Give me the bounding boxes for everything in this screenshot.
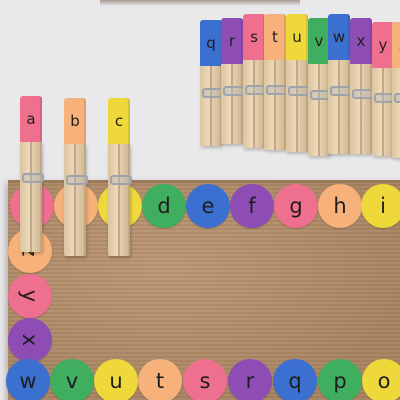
letter-sticker: u bbox=[94, 359, 138, 400]
clothespin-letter: t bbox=[272, 28, 278, 46]
background-object-shadow bbox=[100, 0, 300, 6]
clothespin-slit bbox=[382, 68, 384, 156]
clothespin-spring bbox=[223, 86, 245, 96]
letter-sticker: f bbox=[230, 184, 274, 228]
letter-sticker: e bbox=[186, 184, 230, 228]
clothespin-tip: r bbox=[221, 18, 243, 64]
letter-sticker: x bbox=[8, 318, 52, 362]
clothespin-slit bbox=[74, 144, 76, 256]
clothespin: y bbox=[372, 22, 396, 156]
letter-sticker: s bbox=[183, 359, 227, 400]
photo-scene: defghizyxwvutsrqpo abcqrstuvwxyz bbox=[0, 0, 400, 400]
clothespin-tip: v bbox=[308, 18, 330, 64]
clothespin: c bbox=[108, 98, 132, 256]
clothespin-letter: u bbox=[292, 28, 302, 46]
sticker-letter: s bbox=[199, 369, 211, 393]
clothespin-tip: q bbox=[200, 20, 222, 66]
clothespin-tip: w bbox=[328, 14, 350, 60]
sticker-letter: y bbox=[18, 289, 42, 303]
clothespin-slit bbox=[30, 142, 32, 252]
clothespin: z bbox=[392, 22, 400, 158]
clothespin: q bbox=[200, 20, 224, 146]
clothespin-spring bbox=[110, 175, 132, 185]
clothespin: s bbox=[243, 14, 267, 148]
clothespin-spring bbox=[66, 175, 88, 185]
clothespin-spring bbox=[288, 86, 310, 96]
clothespin-tip: u bbox=[286, 14, 308, 60]
clothespin-slit bbox=[118, 144, 120, 256]
clothespin-letter: a bbox=[26, 110, 36, 128]
letter-sticker: g bbox=[274, 184, 318, 228]
clothespin-slit bbox=[210, 66, 212, 146]
clothespin-tip: t bbox=[264, 14, 286, 60]
sticker-letter: t bbox=[155, 369, 165, 393]
clothespin: t bbox=[264, 14, 288, 150]
clothespin-slit bbox=[274, 60, 276, 150]
clothespin-slit bbox=[253, 60, 255, 148]
letter-sticker: h bbox=[318, 184, 362, 228]
clothespin: a bbox=[20, 96, 44, 252]
clothespin-spring bbox=[352, 89, 374, 99]
sticker-letter: x bbox=[18, 333, 42, 347]
clothespin-tip: x bbox=[350, 18, 372, 64]
sticker-letter: h bbox=[333, 194, 347, 218]
letter-sticker: q bbox=[273, 359, 317, 400]
clothespin-spring bbox=[394, 93, 400, 103]
clothespin-spring bbox=[266, 85, 288, 95]
clothespin: b bbox=[64, 98, 88, 256]
clothespin-tip: b bbox=[64, 98, 86, 144]
sticker-letter: f bbox=[248, 194, 256, 218]
letter-sticker: t bbox=[138, 359, 182, 400]
clothespin-wood bbox=[392, 68, 400, 158]
clothespin-letter: s bbox=[250, 28, 258, 46]
sticker-letter: o bbox=[377, 369, 391, 393]
sticker-letter: v bbox=[65, 369, 79, 393]
clothespin-tip: s bbox=[243, 14, 265, 60]
letter-sticker: p bbox=[318, 359, 362, 400]
letter-sticker: o bbox=[362, 359, 400, 400]
clothespin-spring bbox=[330, 86, 352, 96]
letter-sticker: d bbox=[142, 184, 186, 228]
sticker-letter: u bbox=[109, 369, 123, 393]
clothespin: r bbox=[221, 18, 245, 144]
clothespin-letter: q bbox=[206, 34, 216, 52]
clothespin-letter: c bbox=[114, 112, 124, 130]
clothespin-letter: v bbox=[314, 32, 324, 50]
clothespin-letter: y bbox=[378, 36, 388, 54]
letter-sticker: w bbox=[6, 359, 50, 400]
clothespin-spring bbox=[22, 173, 44, 183]
clothespin-letter: r bbox=[228, 32, 236, 50]
clothespin: w bbox=[328, 14, 352, 154]
clothespin: v bbox=[308, 18, 332, 156]
clothespin: u bbox=[286, 14, 310, 152]
clothespin: x bbox=[350, 18, 374, 154]
sticker-letter: p bbox=[333, 369, 347, 393]
letter-sticker: i bbox=[361, 184, 400, 228]
sticker-letter: g bbox=[289, 194, 303, 218]
clothespin-tip: a bbox=[20, 96, 42, 142]
sticker-letter: d bbox=[157, 194, 171, 218]
clothespin-letter: b bbox=[70, 112, 80, 130]
letter-sticker: y bbox=[8, 274, 52, 318]
letter-sticker: v bbox=[50, 359, 94, 400]
sticker-letter: w bbox=[19, 369, 37, 393]
clothespin-tip: z bbox=[392, 22, 400, 68]
clothespin-slit bbox=[360, 64, 362, 154]
clothespin-tip: y bbox=[372, 22, 394, 68]
sticker-letter: q bbox=[288, 369, 302, 393]
clothespin-letter: x bbox=[356, 32, 366, 50]
sticker-letter: r bbox=[245, 369, 255, 393]
clothespin-letter: w bbox=[332, 28, 346, 46]
clothespin-slit bbox=[296, 60, 298, 152]
clothespin-slit bbox=[318, 64, 320, 156]
clothespin-slit bbox=[338, 60, 340, 154]
sticker-letter: i bbox=[380, 194, 386, 218]
letter-sticker: r bbox=[228, 359, 272, 400]
clothespin-slit bbox=[231, 64, 233, 144]
clothespin-tip: c bbox=[108, 98, 130, 144]
sticker-letter: e bbox=[201, 194, 215, 218]
